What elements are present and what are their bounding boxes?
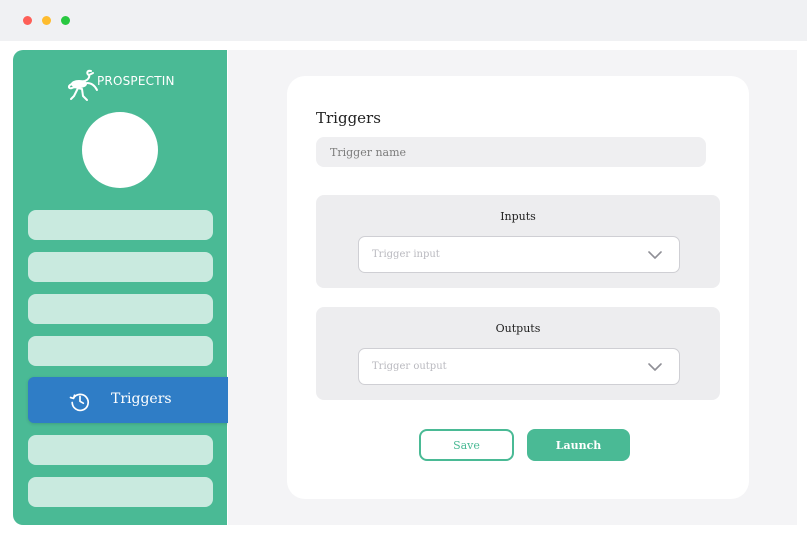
chevron-down-icon: [648, 251, 662, 259]
sidebar-item-1[interactable]: [28, 210, 213, 240]
sidebar-item-6[interactable]: [28, 477, 213, 507]
history-icon: [69, 393, 90, 412]
chevron-down-icon: [648, 363, 662, 371]
trigger-output-placeholder: Trigger output: [372, 361, 447, 372]
close-window-icon[interactable]: [23, 16, 32, 25]
browser-window: PROSPECTIN Triggers Triggers Trigger nam…: [0, 0, 807, 542]
sidebar-item-5[interactable]: [28, 435, 213, 465]
sidebar-item-4[interactable]: [28, 336, 213, 366]
triggers-card: Triggers Inputs Trigger input Outputs Tr…: [287, 76, 749, 499]
sidebar-item-label: Triggers: [111, 391, 172, 407]
app-container: PROSPECTIN Triggers Triggers Trigger nam…: [4, 45, 803, 537]
trigger-output-select[interactable]: Trigger output: [358, 348, 680, 385]
maximize-window-icon[interactable]: [61, 16, 70, 25]
launch-button[interactable]: Launch: [527, 429, 630, 461]
window-titlebar: [0, 0, 807, 41]
sidebar: PROSPECTIN Triggers: [13, 50, 253, 525]
outputs-title: Outputs: [495, 322, 541, 335]
outputs-panel: Outputs Trigger output: [316, 307, 720, 400]
sidebar-item-3[interactable]: [28, 294, 213, 324]
page-title: Triggers: [316, 109, 381, 127]
sidebar-item-triggers[interactable]: Triggers: [28, 377, 253, 423]
trigger-input-select[interactable]: Trigger input: [358, 236, 680, 273]
inputs-panel: Inputs Trigger input: [316, 195, 720, 288]
user-avatar[interactable]: [82, 112, 158, 188]
trigger-name-input[interactable]: [316, 137, 706, 167]
ostrich-logo-icon: [67, 69, 98, 101]
save-button[interactable]: Save: [419, 429, 514, 461]
sidebar-item-2[interactable]: [28, 252, 213, 282]
trigger-input-placeholder: Trigger input: [372, 249, 440, 260]
main-content: Triggers Inputs Trigger input Outputs Tr…: [228, 50, 797, 525]
brand-name: PROSPECTIN: [97, 74, 175, 88]
inputs-title: Inputs: [500, 210, 536, 223]
minimize-window-icon[interactable]: [42, 16, 51, 25]
brand-logo[interactable]: PROSPECTIN: [65, 68, 185, 102]
